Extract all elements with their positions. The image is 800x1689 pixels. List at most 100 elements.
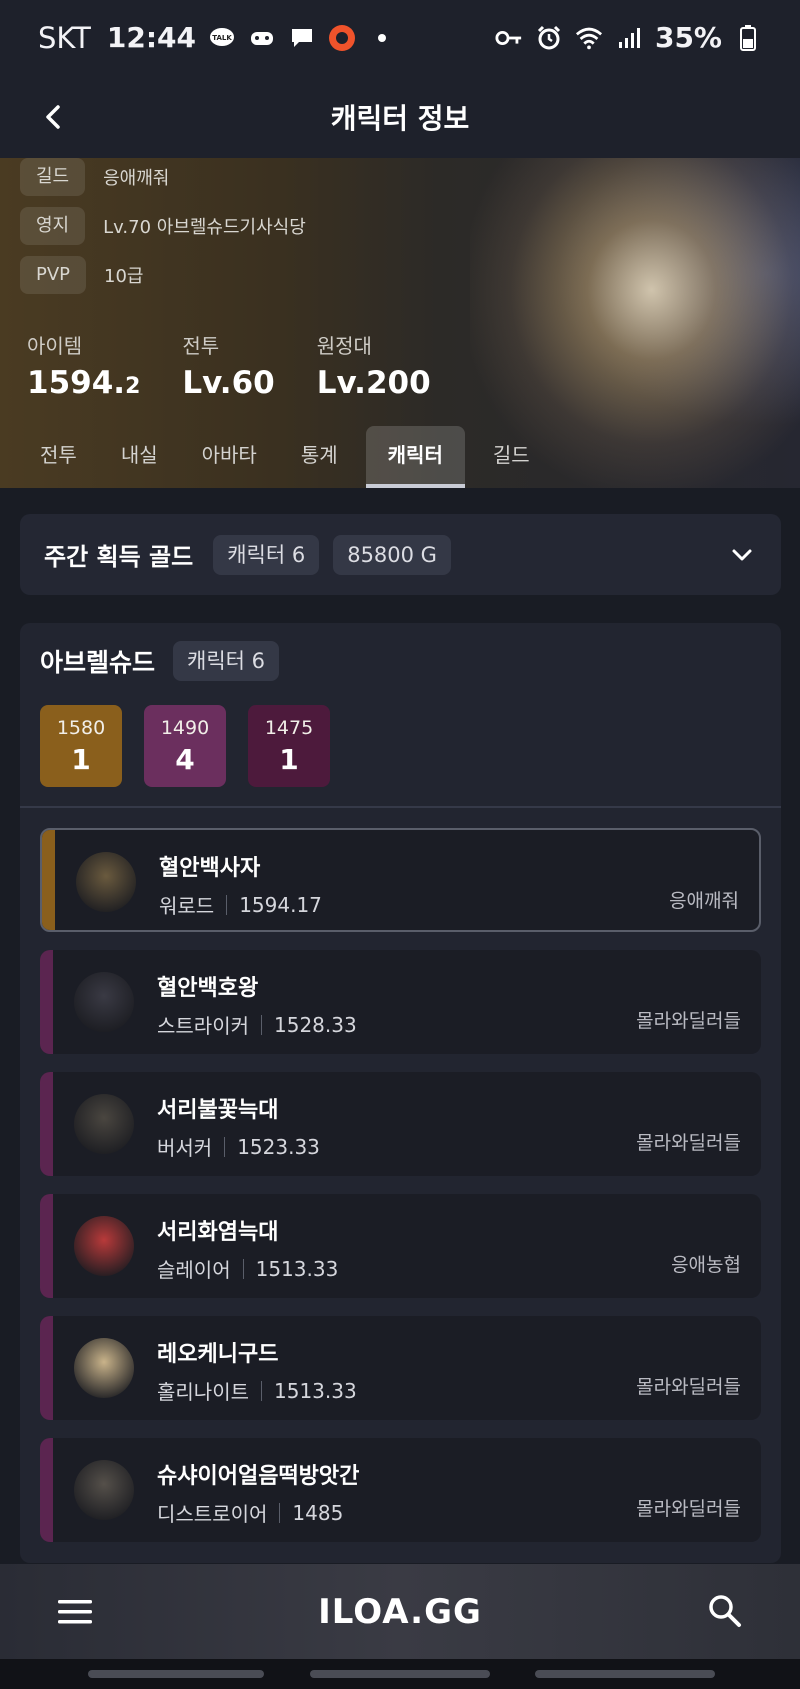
tab-avatar[interactable]: 아바타 [180,426,279,488]
character-guild: 몰라와딜러들 [636,1132,741,1154]
info-tag: PVP [20,256,87,294]
gold-amount-badge: 85800 G [333,534,451,575]
stat-value-main: 1594. [27,365,126,401]
tab-guild[interactable]: 길드 [471,426,552,488]
avatar [74,1216,134,1276]
character-item-level: 1528.33 [274,1012,357,1037]
record-icon [328,24,356,52]
weekly-gold-card[interactable]: 주간 획득 골드 캐릭터 6 85800 G [20,514,781,595]
stat-expedition-level: 원정대 Lv.200 [317,330,431,401]
svg-text:TALK: TALK [212,34,232,42]
character-item-level: 1485 [292,1500,344,1525]
level-count: 4 [175,742,195,776]
divider [20,806,781,808]
character-item-level: 1523.33 [237,1134,320,1159]
weekly-gold-title: 주간 획득 골드 [44,543,194,571]
separator [242,1258,244,1279]
character-count-badge: 캐릭터 6 [173,641,280,681]
system-gesture-bar [0,1659,800,1689]
tab-combat[interactable]: 전투 [18,426,99,488]
signal-icon [615,24,643,52]
character-list: 혈안백사자 워로드 1594.17 응애깨줘 혈안백호왕 스트라이커 1528.33… [40,828,761,1560]
level-distribution: 1580 1 1490 4 1475 1 [40,705,330,787]
character-class: 디스트로이어 [157,1502,268,1526]
separator [224,1136,226,1157]
chevron-down-icon[interactable] [727,540,757,570]
wifi-icon [575,24,603,52]
character-class: 홀리나이트 [157,1380,249,1404]
app-logo[interactable]: ILOA.GG [318,1592,482,1632]
server-header: 아브렐슈드 캐릭터 6 [40,641,280,681]
info-row-guild: 길드 응애깨줘 [20,158,169,196]
battery-percent: 35% [654,21,722,54]
stat-label: 전투 [182,334,220,358]
level-threshold: 1475 [264,716,314,739]
dot-icon [368,24,396,52]
carrier-label: SKT [38,20,91,55]
separator [226,894,228,915]
menu-button[interactable] [56,1592,96,1632]
character-count-badge: 캐릭터 6 [213,534,320,575]
status-bar: SKT 12:44 TALK 35% [0,0,800,75]
character-class: 슬레이어 [157,1258,231,1282]
message-icon [288,24,316,52]
avatar [74,972,134,1032]
character-row[interactable]: 혈안백호왕 스트라이커 1528.33 몰라와딜러들 [40,950,761,1054]
avatar [74,1460,134,1520]
server-name: 아브렐슈드 [40,648,156,677]
character-hero: 길드 응애깨줘 영지 Lv.70 아브렐슈드기사식당 PVP 10급 아이템 1… [0,158,800,488]
character-guild: 몰라와딜러들 [636,1498,741,1520]
talk-icon: TALK [208,24,236,52]
chevron-left-icon [46,105,60,129]
tab-character[interactable]: 캐릭터 [365,426,465,488]
gesture-handle [88,1670,264,1678]
character-guild: 몰라와딜러들 [636,1376,741,1398]
stats-row: 아이템 1594.2 전투 Lv.60 원정대 Lv.200 [27,330,431,401]
character-class: 워로드 [159,894,215,918]
character-item-level: 1513.33 [274,1378,357,1403]
separator [279,1502,281,1523]
character-row[interactable]: 서리불꽃늑대 버서커 1523.33 몰라와딜러들 [40,1072,761,1176]
level-color-bar [40,1072,53,1176]
character-name: 혈안백사자 [159,856,261,881]
info-value: Lv.70 아브렐슈드기사식당 [103,217,306,238]
character-row[interactable]: 레오케니구드 홀리나이트 1513.33 몰라와딜러들 [40,1316,761,1420]
info-row-estate: 영지 Lv.70 아브렐슈드기사식당 [20,207,306,245]
character-item-level: 1513.33 [255,1256,339,1281]
search-icon [709,1595,741,1627]
info-tag: 영지 [20,207,86,245]
level-color-bar [42,830,55,930]
character-class: 버서커 [157,1136,213,1160]
level-threshold: 1490 [160,716,210,739]
hamburger-menu-icon [58,1600,92,1624]
level-count: 1 [71,742,91,776]
back-button[interactable] [30,93,78,141]
character-class: 스트라이커 [157,1014,249,1038]
info-row-pvp: PVP 10급 [20,256,144,294]
search-button[interactable] [704,1590,746,1632]
stat-label: 아이템 [27,334,83,358]
gesture-handle [310,1670,490,1678]
info-tag: 길드 [20,158,86,196]
tab-inner[interactable]: 내실 [99,426,180,488]
separator [261,1014,262,1035]
stat-value: 1594.2 [27,365,140,401]
character-name: 서리화염늑대 [157,1220,279,1245]
avatar [74,1338,134,1398]
vpn-key-icon [495,24,523,52]
avatar [76,852,136,912]
level-count: 1 [279,742,299,776]
character-guild: 응애깨줘 [669,890,739,912]
level-box: 1490 4 [144,705,226,787]
character-name: 서리불꽃늑대 [157,1098,279,1123]
character-name: 혈안백호왕 [157,976,259,1001]
character-row[interactable]: 서리화염늑대 슬레이어 1513.33 응애농협 [40,1194,761,1298]
character-name: 레오케니구드 [157,1342,279,1367]
tab-stats[interactable]: 통계 [279,426,360,488]
info-value: 응애깨줘 [103,168,170,189]
avatar [74,1094,134,1154]
stat-value: Lv.60 [182,365,275,401]
character-row[interactable]: 혈안백사자 워로드 1594.17 응애깨줘 [40,828,761,932]
character-item-level: 1594.17 [239,892,322,917]
character-row[interactable]: 슈샤이어얼음떡방앗간 디스트로이어 1485 몰라와딜러들 [40,1438,761,1542]
